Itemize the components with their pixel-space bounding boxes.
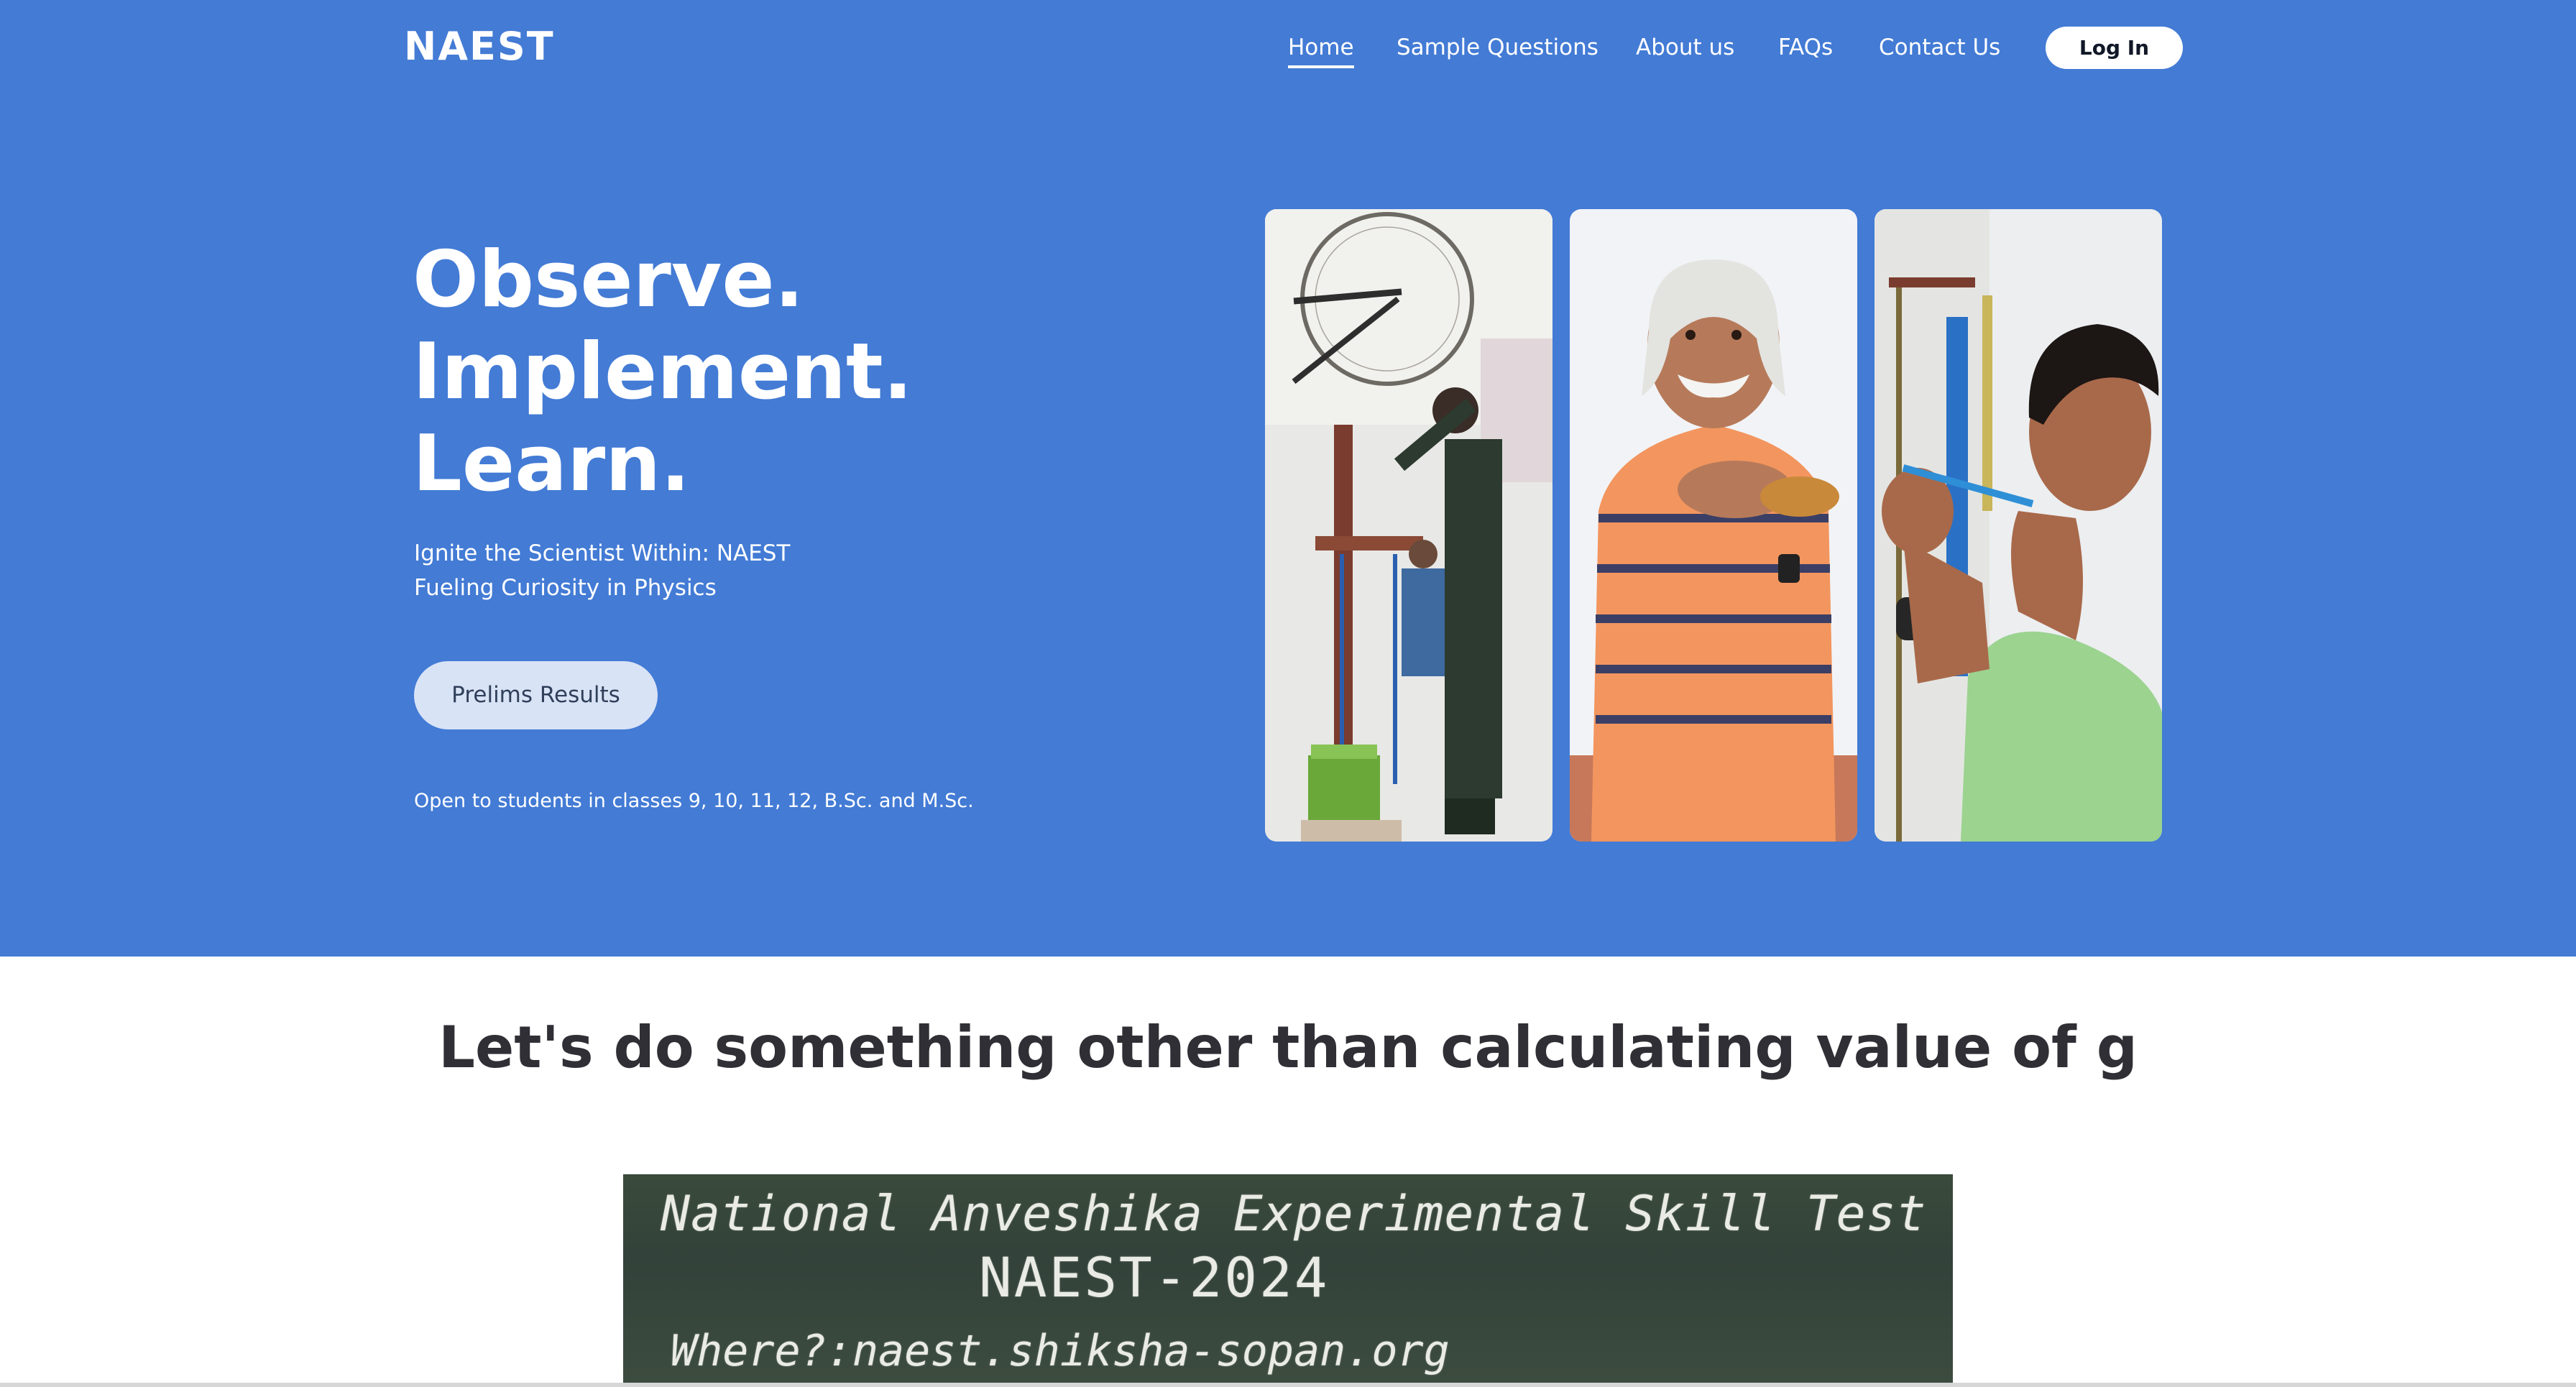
subtitle-line-2: Fueling Curiosity in Physics <box>414 575 717 601</box>
login-button[interactable]: Log In <box>2046 27 2183 69</box>
chalkboard-image: National Anveshika Experimental Skill Te… <box>623 1174 1953 1387</box>
main-nav: Home Sample Questions About us FAQs Cont… <box>0 24 2576 69</box>
board-line-2: NAEST-2024 <box>979 1245 1330 1309</box>
hero-subtitle: Ignite the Scientist Within: NAEST Fueli… <box>414 536 790 605</box>
board-line-3: Where?:naest.shiksha-sopan.org <box>671 1326 1450 1376</box>
nav-home-link[interactable]: Home <box>1288 33 1354 68</box>
nav-about-link[interactable]: About us <box>1636 33 1734 62</box>
nav-contact-link[interactable]: Contact Us <box>1879 33 2000 62</box>
hero-section: NAEST Home Sample Questions About us FAQ… <box>0 0 2576 957</box>
eligibility-text: Open to students in classes 9, 10, 11, 1… <box>414 790 974 812</box>
instructor-photo <box>1570 209 1857 842</box>
nav-faqs-link[interactable]: FAQs <box>1778 33 1833 62</box>
nav-sample-questions-link[interactable]: Sample Questions <box>1397 33 1598 62</box>
headline-line-3: Learn. <box>413 419 691 509</box>
prelims-results-button[interactable]: Prelims Results <box>414 661 658 729</box>
student-experiment-photo <box>1265 209 1552 842</box>
section-title: Let's do something other than calculatin… <box>438 1014 2138 1081</box>
board-line-1: National Anveshika Experimental Skill Te… <box>661 1186 1927 1243</box>
headline-line-2: Implement. <box>413 327 913 417</box>
headline-line-1: Observe. <box>413 235 804 325</box>
subtitle-line-1: Ignite the Scientist Within: NAEST <box>414 540 791 566</box>
hero-headline: Observe. Implement. Learn. <box>413 234 913 510</box>
student-measuring-photo <box>1874 209 2162 842</box>
page-edge-divider <box>0 1383 2576 1387</box>
